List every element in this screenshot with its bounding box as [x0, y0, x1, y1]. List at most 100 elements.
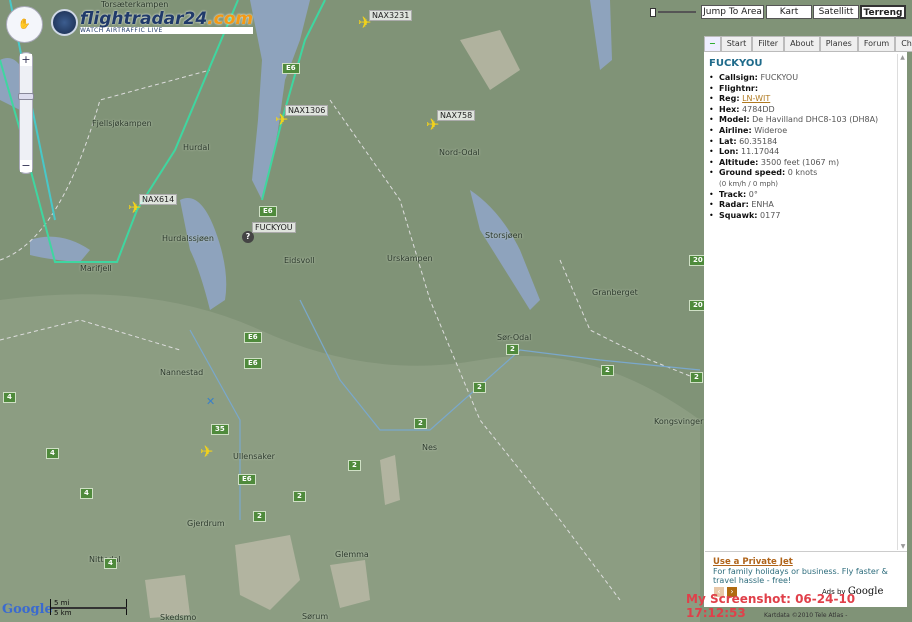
- scale-km: 5 km: [54, 609, 72, 617]
- radar-icon: [51, 9, 78, 36]
- tab-about[interactable]: About: [784, 36, 820, 52]
- tab-forum[interactable]: Forum: [857, 36, 896, 52]
- airport-icon: ✕: [206, 395, 216, 408]
- field-label: Lat:: [719, 136, 737, 146]
- field-label: Squawk:: [719, 210, 758, 220]
- field-label: Callsign:: [719, 73, 758, 82]
- logo-text: flight: [80, 9, 132, 29]
- place-label: Urskampen: [387, 254, 433, 263]
- flight-title: FUCKYOU: [709, 58, 763, 69]
- road-shield: E6: [244, 358, 262, 369]
- panel-scrollbar[interactable]: ▲ ▼: [897, 54, 907, 550]
- map-type-satellite[interactable]: Satellitt: [813, 5, 859, 19]
- scale-mi: 5 mi: [54, 599, 70, 607]
- opacity-slider[interactable]: [650, 7, 696, 17]
- field-value: 0 knots: [787, 168, 818, 178]
- registration-link[interactable]: LN-WIT: [742, 94, 770, 103]
- field-squawk: Squawk: 0177: [709, 211, 897, 222]
- field-value: 4784DD: [742, 104, 775, 114]
- panel-tabs: − Start Filter About Planes Forum Chat: [704, 36, 912, 52]
- road-shield: 4: [104, 558, 117, 569]
- place-label: Ullensaker: [233, 452, 275, 461]
- plane-label[interactable]: NAX758: [437, 110, 476, 121]
- field-label: Track:: [719, 189, 747, 199]
- field-value: 3500 feet (1067 m): [760, 157, 840, 167]
- google-logo[interactable]: Google: [2, 602, 53, 617]
- field-altitude: Altitude: 3500 feet (1067 m): [709, 158, 897, 169]
- plane-label[interactable]: NAX614: [139, 194, 178, 205]
- field-reg: Reg: LN-WIT: [709, 94, 897, 105]
- place-label: Granberget: [592, 288, 638, 297]
- pan-control[interactable]: ✋: [6, 6, 43, 43]
- field-label: Reg:: [719, 94, 740, 104]
- place-label: Hurdal: [183, 143, 210, 152]
- map-type-kart[interactable]: Kart: [766, 5, 812, 19]
- field-lat: Lat: 60.35184: [709, 137, 897, 148]
- tab-filter[interactable]: Filter: [752, 36, 785, 52]
- logo-text: .com: [207, 9, 254, 29]
- road-shield: 4: [80, 488, 93, 499]
- field-model: Model: De Havilland DHC8-103 (DH8A): [709, 115, 897, 126]
- place-label: Sør-Odal: [497, 333, 532, 342]
- field-label: Ground speed:: [719, 168, 786, 178]
- place-label: Fjellsjøkampen: [92, 119, 152, 128]
- plane-label[interactable]: NAX3231: [369, 10, 413, 21]
- tab-planes[interactable]: Planes: [819, 36, 858, 52]
- road-shield: 2: [690, 372, 703, 383]
- road-shield: 4: [46, 448, 59, 459]
- ad-headline[interactable]: Use a Private Jet: [713, 557, 899, 567]
- field-hex: Hex: 4784DD: [709, 105, 897, 116]
- place-label: Nannestad: [160, 368, 204, 377]
- place-label: Nes: [422, 443, 438, 452]
- ad-box[interactable]: Use a Private Jet For family holidays or…: [705, 551, 907, 590]
- zoom-out-button[interactable]: −: [20, 160, 32, 172]
- field-value: FUCKYOU: [760, 73, 799, 82]
- field-label: Airline:: [719, 125, 752, 135]
- field-track: Track: 0°: [709, 190, 897, 201]
- place-label: Hurdalssjøen: [162, 234, 214, 243]
- field-lon: Lon: 11.17044: [709, 147, 897, 158]
- road-shield: 2: [473, 382, 486, 393]
- tab-start[interactable]: Start: [720, 36, 753, 52]
- road-shield: 2: [601, 365, 614, 376]
- field-callsign: Callsign: FUCKYOU: [709, 73, 897, 84]
- road-shield: 2: [348, 460, 361, 471]
- road-shield: 2: [506, 344, 519, 355]
- field-label: Lon:: [719, 147, 739, 157]
- map-type-terrain[interactable]: Terreng: [860, 5, 906, 19]
- road-shield: E6: [282, 63, 300, 74]
- place-label: Skedsmo: [160, 613, 197, 622]
- field-label: Model:: [719, 115, 750, 125]
- field-label: Radar:: [719, 200, 749, 210]
- place-label: Glemma: [335, 550, 369, 559]
- hand-icon: ✋: [18, 19, 31, 30]
- place-label: Torsæterkampen: [101, 0, 169, 9]
- zoom-handle[interactable]: [18, 93, 34, 100]
- field-value: ENHA: [751, 200, 774, 210]
- field-value: 60.35184: [739, 136, 778, 146]
- field-label: Altitude:: [719, 157, 759, 167]
- jump-to-area-button[interactable]: Jump To Area: [701, 5, 764, 19]
- tab-chat[interactable]: Chat: [895, 36, 912, 52]
- field-ground-speed: Ground speed: 0 knots (0 km/h / 0 mph): [709, 168, 897, 189]
- road-shield: 35: [211, 424, 229, 435]
- plane-label[interactable]: FUCKYOU: [252, 222, 296, 233]
- scale-bar: 5 mi 5 km: [50, 599, 127, 617]
- zoom-in-button[interactable]: +: [20, 54, 32, 66]
- minimize-panel-button[interactable]: −: [704, 36, 721, 52]
- zoom-slider[interactable]: + −: [18, 52, 34, 174]
- field-flightnr: Flightnr:: [709, 84, 897, 95]
- field-value: 0°: [748, 189, 758, 199]
- field-value: Wideroe: [754, 125, 788, 135]
- plane-icon[interactable]: ✈: [200, 444, 216, 460]
- map-credit: Kartdata ©2010 Tele Atlas -: [764, 612, 848, 619]
- place-label: Nord-Odal: [439, 148, 480, 157]
- field-value: 0177: [760, 210, 781, 220]
- road-shield: 4: [3, 392, 16, 403]
- plane-label[interactable]: NAX1306: [285, 105, 329, 116]
- field-value: De Havilland DHC8-103 (DH8A): [752, 115, 879, 125]
- flightradar24-logo[interactable]: flightradar24.com WATCH AIRTRAFFIC LIVE: [51, 9, 254, 36]
- place-label: Storsjøen: [485, 231, 523, 240]
- field-value: 11.17044: [741, 147, 780, 157]
- field-label: Flightnr:: [719, 83, 759, 93]
